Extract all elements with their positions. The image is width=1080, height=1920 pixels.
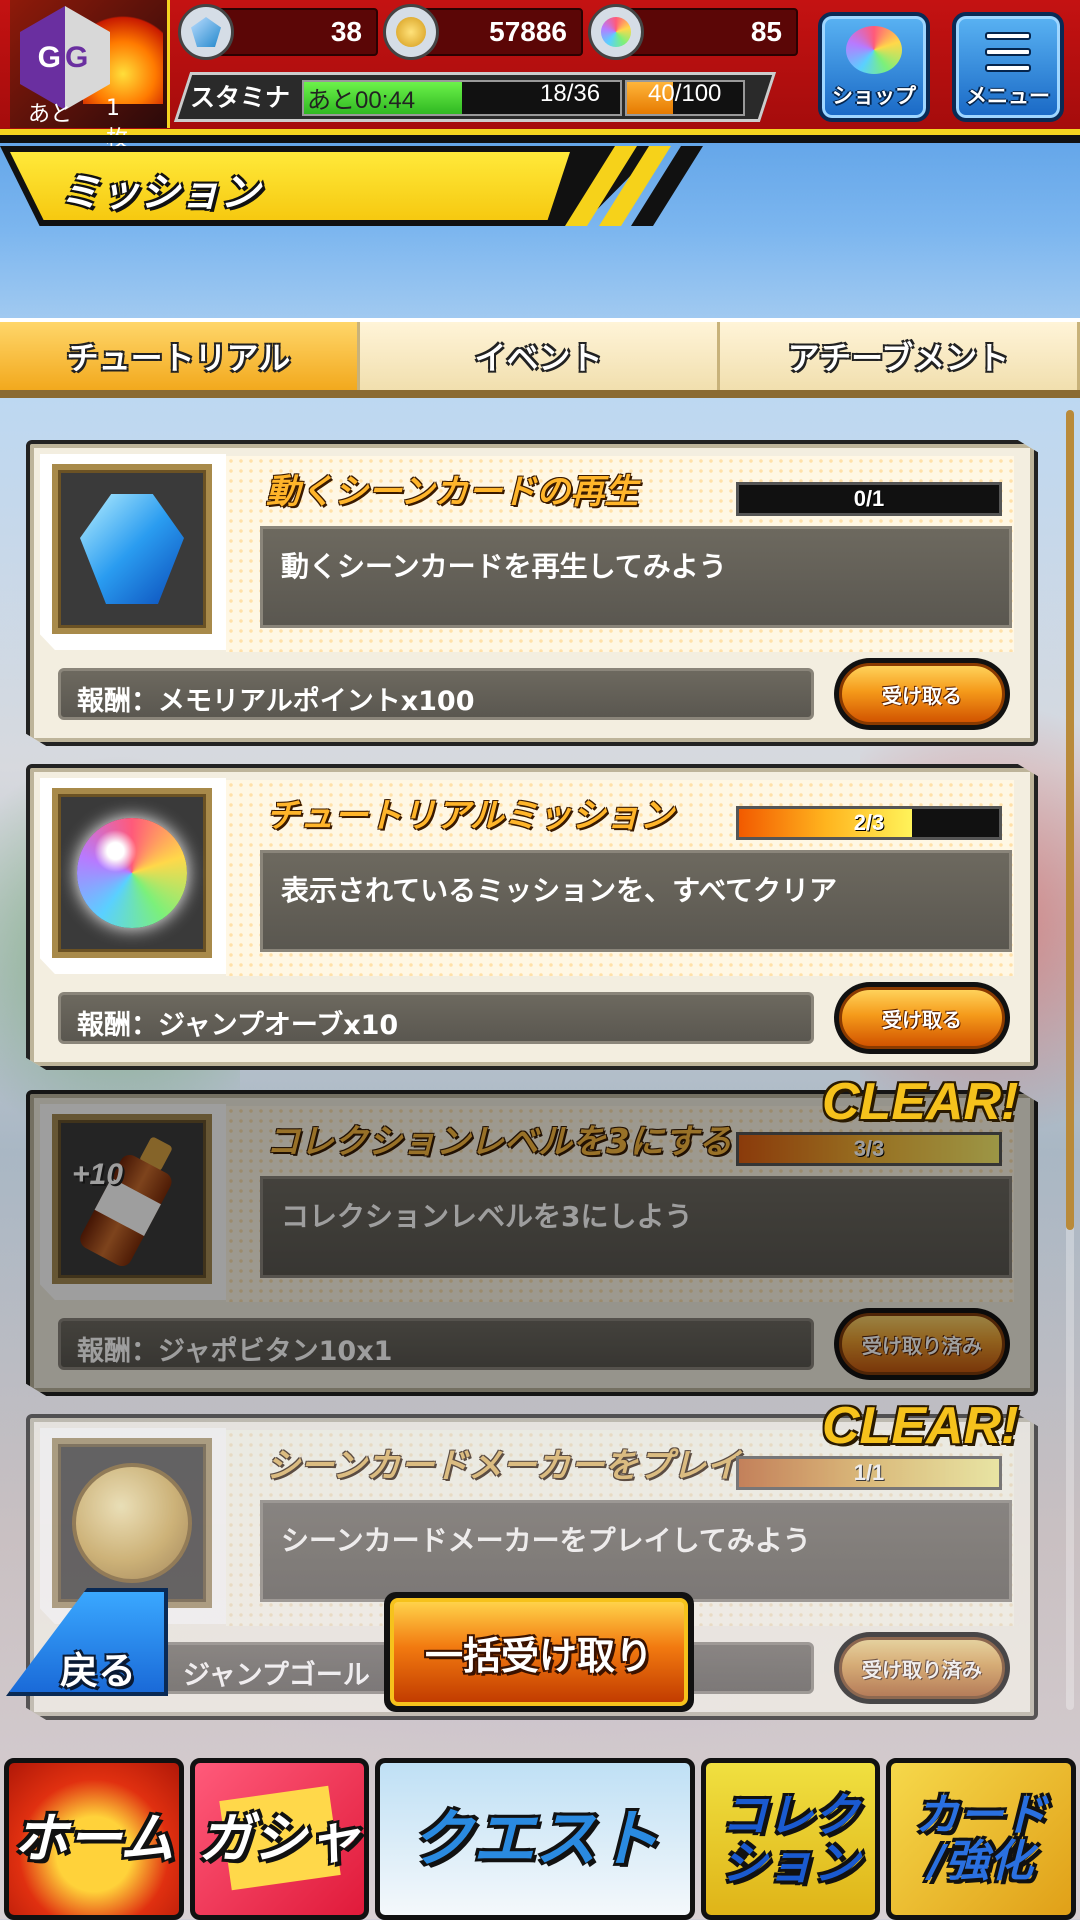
- rainbow-orb-icon: [52, 788, 212, 958]
- page-title: ミッション: [60, 170, 260, 216]
- stamina-timer: あと00:44: [307, 87, 416, 114]
- nav-home[interactable]: ホーム: [4, 1758, 184, 1920]
- back-button[interactable]: 戻る: [0, 1588, 172, 1698]
- nav-collection[interactable]: コレク ション: [700, 1758, 881, 1920]
- mission-description: 表示されているミッションを、すべてクリア: [260, 850, 1012, 952]
- mission-card: +10 コレクションレベルを3にする 3/3 コレクションレベルを3にしよう 報…: [26, 1090, 1038, 1396]
- tab-achievement[interactable]: アチーブメント: [720, 322, 1080, 390]
- mission-list-scrollbar[interactable]: [1066, 410, 1074, 1710]
- jump-gold-coin-icon: [52, 1438, 212, 1608]
- shop-label: ショップ: [832, 84, 916, 108]
- clear-badge: CLEAR!: [822, 1397, 1019, 1455]
- exp-count: 40/100: [648, 80, 722, 107]
- mission-title: 動くシーンカードの再生: [266, 472, 639, 512]
- mission-reward: 報酬：ジャンプオーブx10: [58, 992, 814, 1044]
- mission-card: 動くシーンカードの再生 0/1 動くシーンカードを再生してみよう 報酬：メモリア…: [26, 440, 1038, 746]
- mission-description: 動くシーンカードを再生してみよう: [260, 526, 1012, 628]
- coin-counter: 57886: [383, 4, 583, 60]
- clear-badge: CLEAR!: [822, 1073, 1019, 1131]
- hamburger-icon: [985, 32, 1031, 72]
- mission-progress-text: 2/3: [853, 810, 885, 835]
- rainbow-orb-icon: [588, 4, 644, 60]
- mission-progress-bar: 3/3: [736, 1132, 1002, 1166]
- mission-description: シーンカードメーカーをプレイしてみよう: [260, 1500, 1012, 1602]
- mission-progress-bar: 0/1: [736, 482, 1002, 516]
- japobitan-bottle-icon: +10: [52, 1114, 212, 1284]
- scrollbar-thumb[interactable]: [1066, 410, 1074, 1230]
- stamina-label: スタミナ: [190, 83, 291, 112]
- bulk-claim-button[interactable]: 一括受け取り: [384, 1592, 694, 1712]
- mission-progress-bar: 2/3: [736, 806, 1002, 840]
- mission-reward: 報酬：メモリアルポイントx100: [58, 668, 814, 720]
- mission-progress-text: 3/3: [853, 1136, 885, 1161]
- stamina-count: 18/36: [540, 80, 601, 107]
- gold-coin-icon: [383, 4, 439, 60]
- mission-progress-bar: 1/1: [736, 1456, 1002, 1490]
- shop-button[interactable]: ショップ: [818, 12, 930, 122]
- icon-badge: +10: [72, 1158, 123, 1191]
- rainbow-orb-icon: [846, 26, 902, 74]
- bulk-claim-label: 一括受け取り: [390, 1598, 688, 1706]
- tab-event[interactable]: イベント: [360, 322, 720, 390]
- claim-button[interactable]: 受け取る: [834, 982, 1010, 1054]
- mission-reward: 報酬：ジャポビタン10x1: [58, 1318, 814, 1370]
- back-label: 戻る: [60, 1649, 137, 1693]
- claimed-button: 受け取り済み: [834, 1308, 1010, 1380]
- bottom-nav: ホーム ガシャ クエスト コレク ション カード/強化: [0, 1758, 1080, 1920]
- nav-card-upgrade[interactable]: カード/強化: [886, 1758, 1076, 1920]
- menu-button[interactable]: メニュー: [952, 12, 1064, 122]
- mission-title: シーンカードメーカーをプレイ: [266, 1446, 741, 1486]
- blue-gem-icon: [178, 4, 234, 60]
- ticket-count: あと 1枚: [28, 96, 129, 152]
- orb-counter: 85: [588, 4, 798, 60]
- blue-gem-icon: [52, 464, 212, 634]
- mission-progress-text: 0/1: [853, 486, 885, 511]
- page-title-banner: ミッション: [0, 146, 703, 228]
- nav-gacha[interactable]: ガシャ: [189, 1758, 370, 1920]
- mission-card: チュートリアルミッション 2/3 表示されているミッションを、すべてクリア 報酬…: [26, 764, 1038, 1070]
- claim-button[interactable]: 受け取る: [834, 658, 1010, 730]
- mission-title: チュートリアルミッション: [266, 796, 674, 836]
- mission-description: コレクションレベルを3にしよう: [260, 1176, 1012, 1278]
- claimed-button: 受け取り済み: [834, 1632, 1010, 1704]
- mission-progress-text: 1/1: [853, 1460, 885, 1485]
- mission-tabs: チュートリアル イベント アチーブメント: [0, 318, 1080, 398]
- player-avatar[interactable]: GG あと 1枚: [10, 0, 170, 152]
- menu-label: メニュー: [966, 84, 1050, 108]
- tab-tutorial[interactable]: チュートリアル: [0, 322, 360, 390]
- nav-quest[interactable]: クエスト: [375, 1758, 695, 1920]
- gem-counter: 38: [178, 4, 378, 60]
- top-status-bar: GG あと 1枚 38 57886 85 スタミナ あと00:44 18/36 4…: [0, 0, 1080, 152]
- mission-title: コレクションレベルを3にする: [266, 1122, 732, 1162]
